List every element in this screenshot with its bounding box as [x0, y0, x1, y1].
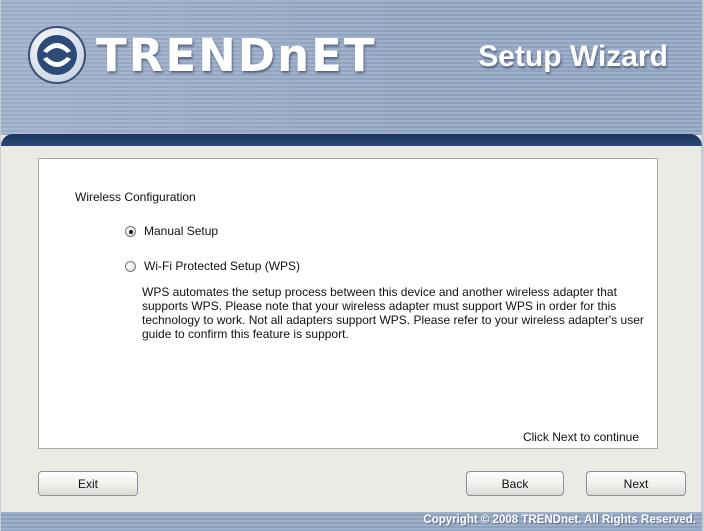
setup-wizard-window: TRENDnET Setup Wizard Wireless Configura…: [0, 0, 704, 531]
brand-name: TRENDnET: [96, 29, 377, 82]
copyright-text: Copyright © 2008 TRENDnet. All Rights Re…: [423, 514, 696, 526]
exit-button[interactable]: Exit: [38, 471, 138, 496]
wps-label: Wi-Fi Protected Setup (WPS): [144, 259, 301, 273]
trendnet-logo-icon: [28, 26, 86, 84]
footer-bar: Copyright © 2008 TRENDnet. All Rights Re…: [1, 512, 702, 531]
header-divider: [1, 134, 702, 146]
manual-setup-label: Manual Setup: [144, 224, 219, 238]
continue-hint: Click Next to continue: [522, 430, 639, 444]
content-panel: Wireless Configuration Manual Setup Wi-F…: [38, 158, 658, 449]
wps-radio[interactable]: [125, 260, 136, 272]
manual-setup-radio[interactable]: [125, 225, 136, 237]
back-button[interactable]: Back: [466, 471, 564, 496]
header-banner: TRENDnET Setup Wizard: [1, 0, 702, 135]
wizard-title: Setup Wizard: [478, 40, 668, 73]
next-button[interactable]: Next: [586, 471, 686, 496]
manual-setup-option[interactable]: Manual Setup: [125, 224, 218, 238]
section-title: Wireless Configuration: [75, 190, 196, 204]
wps-option[interactable]: Wi-Fi Protected Setup (WPS): [125, 259, 300, 273]
wps-description: WPS automates the setup process between …: [142, 285, 644, 341]
